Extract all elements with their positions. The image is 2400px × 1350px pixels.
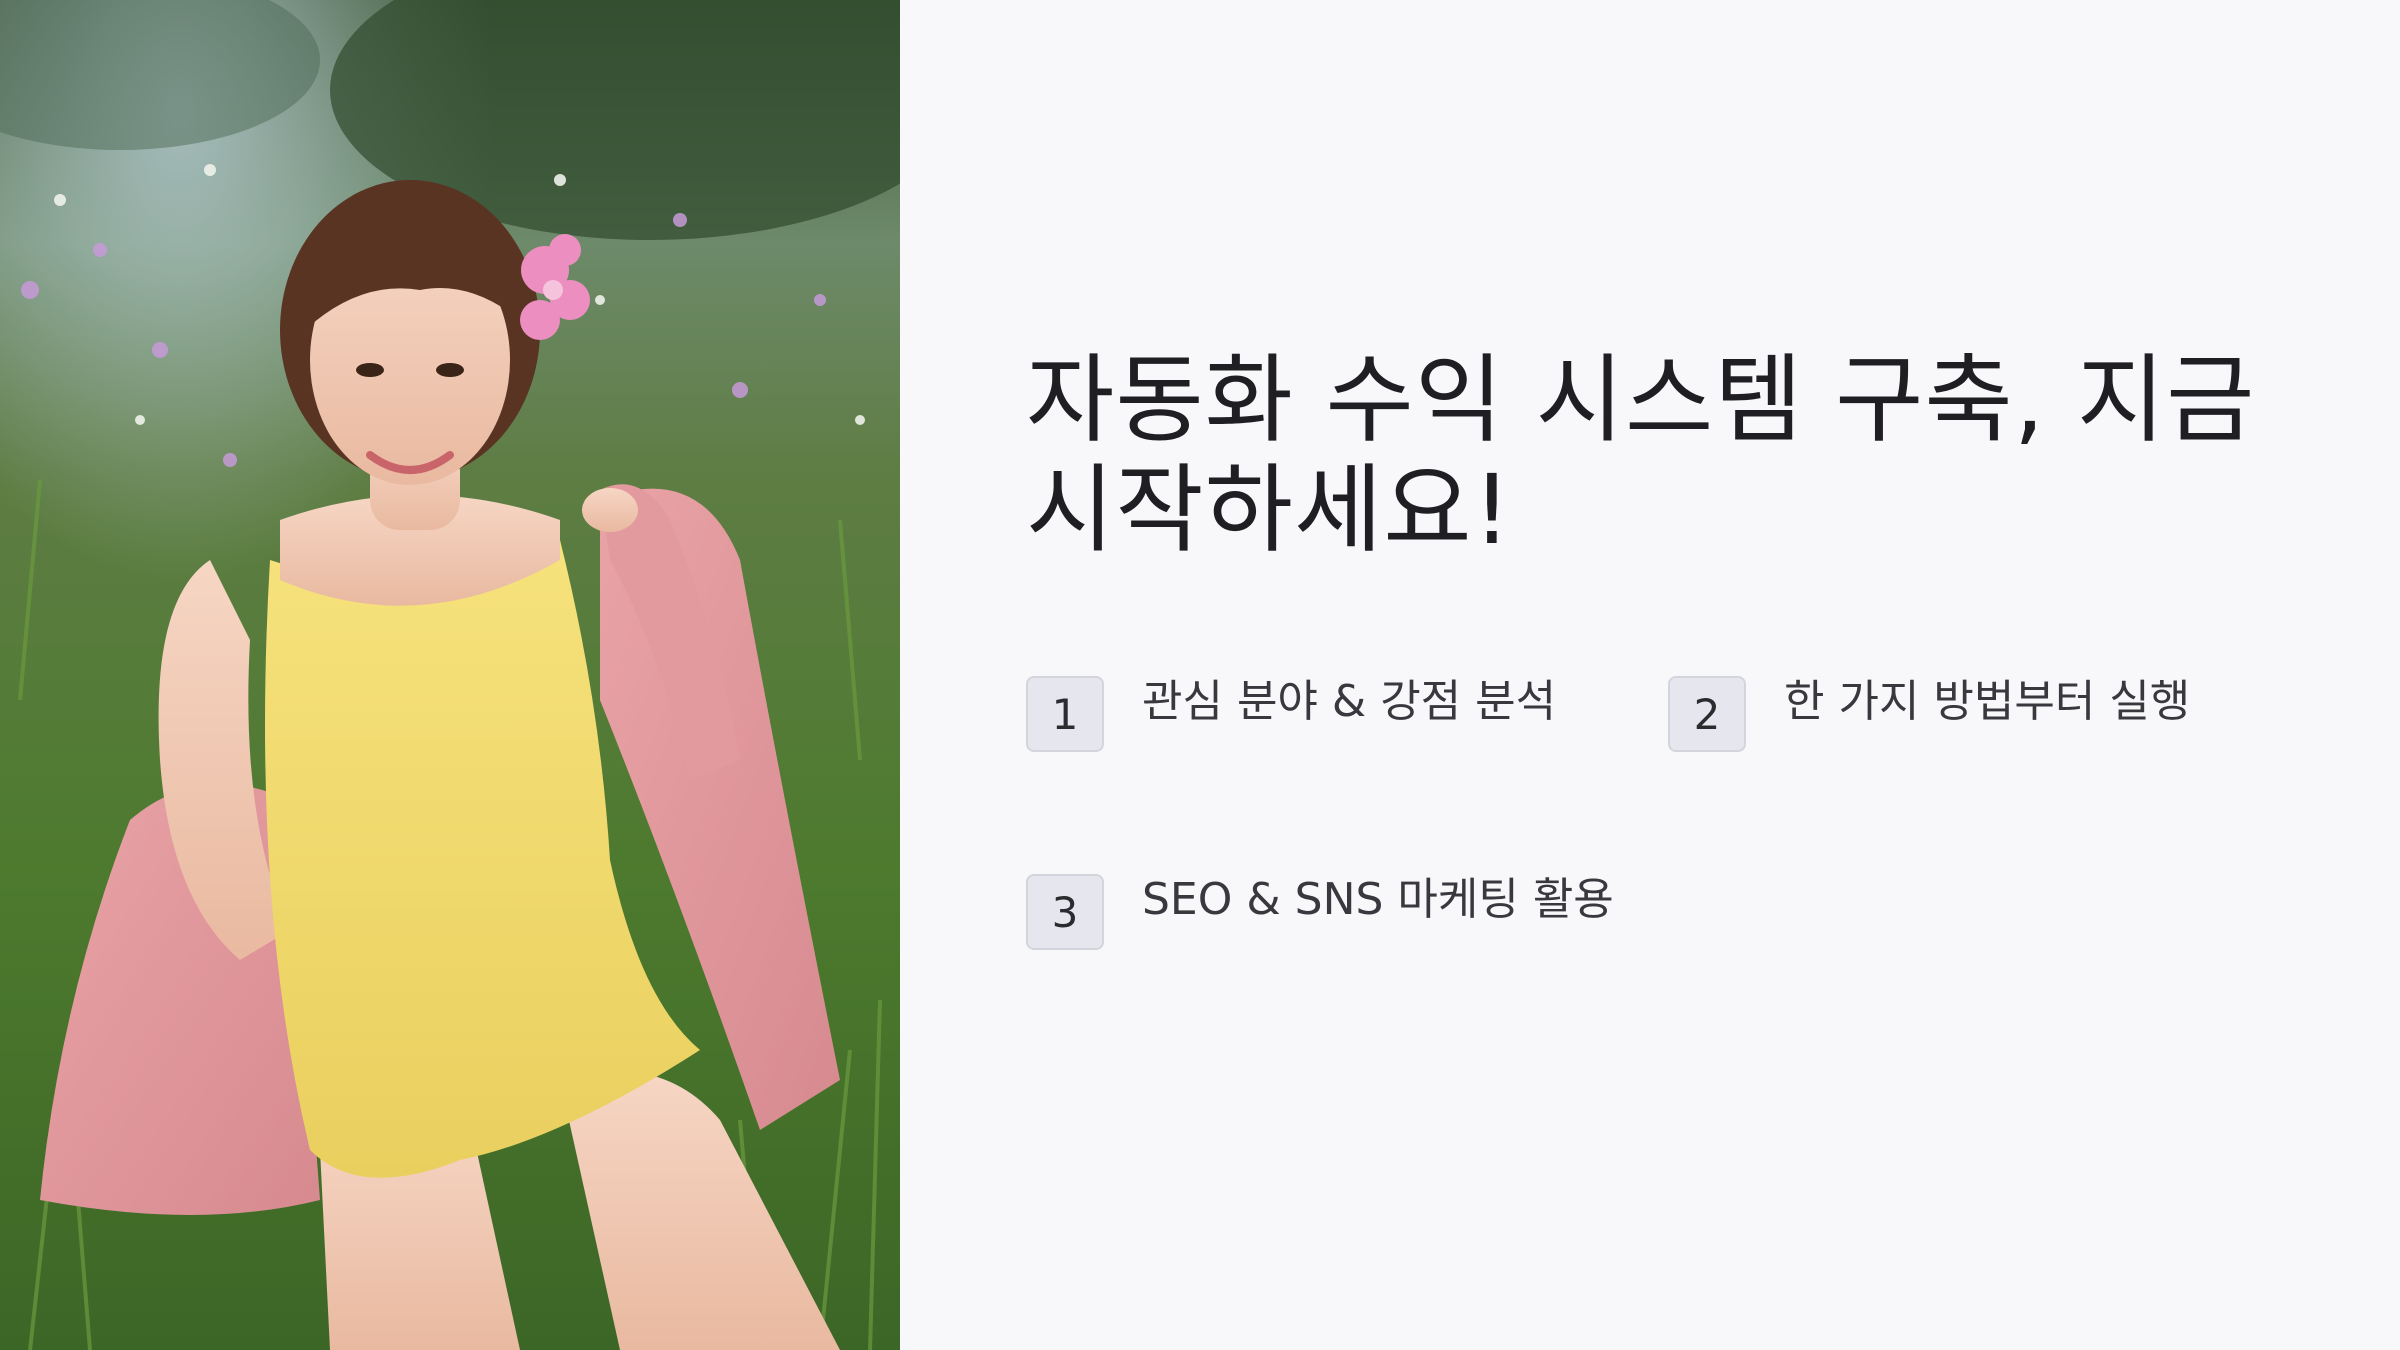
step-number-badge: 2 — [1668, 676, 1746, 752]
step-item-2: 2 한 가지 방법부터 실행 — [1668, 676, 2190, 752]
step-label: 한 가지 방법부터 실행 — [1784, 676, 2191, 727]
person-photo-icon — [0, 0, 900, 1350]
step-item-3: 3 SEO & SNS 마케팅 활용 — [1026, 874, 1614, 950]
step-number-badge: 3 — [1026, 874, 1104, 950]
hero-photo — [0, 0, 900, 1350]
step-label: SEO & SNS 마케팅 활용 — [1142, 874, 1614, 925]
slide: 자동화 수익 시스템 구축, 지금 시작하세요! 1 관심 분야 & 강점 분석… — [0, 0, 2400, 1350]
slide-title: 자동화 수익 시스템 구축, 지금 시작하세요! — [1026, 344, 2256, 566]
step-number-badge: 1 — [1026, 676, 1104, 752]
step-item-1: 1 관심 분야 & 강점 분석 — [1026, 676, 1556, 752]
step-label: 관심 분야 & 강점 분석 — [1142, 676, 1557, 727]
